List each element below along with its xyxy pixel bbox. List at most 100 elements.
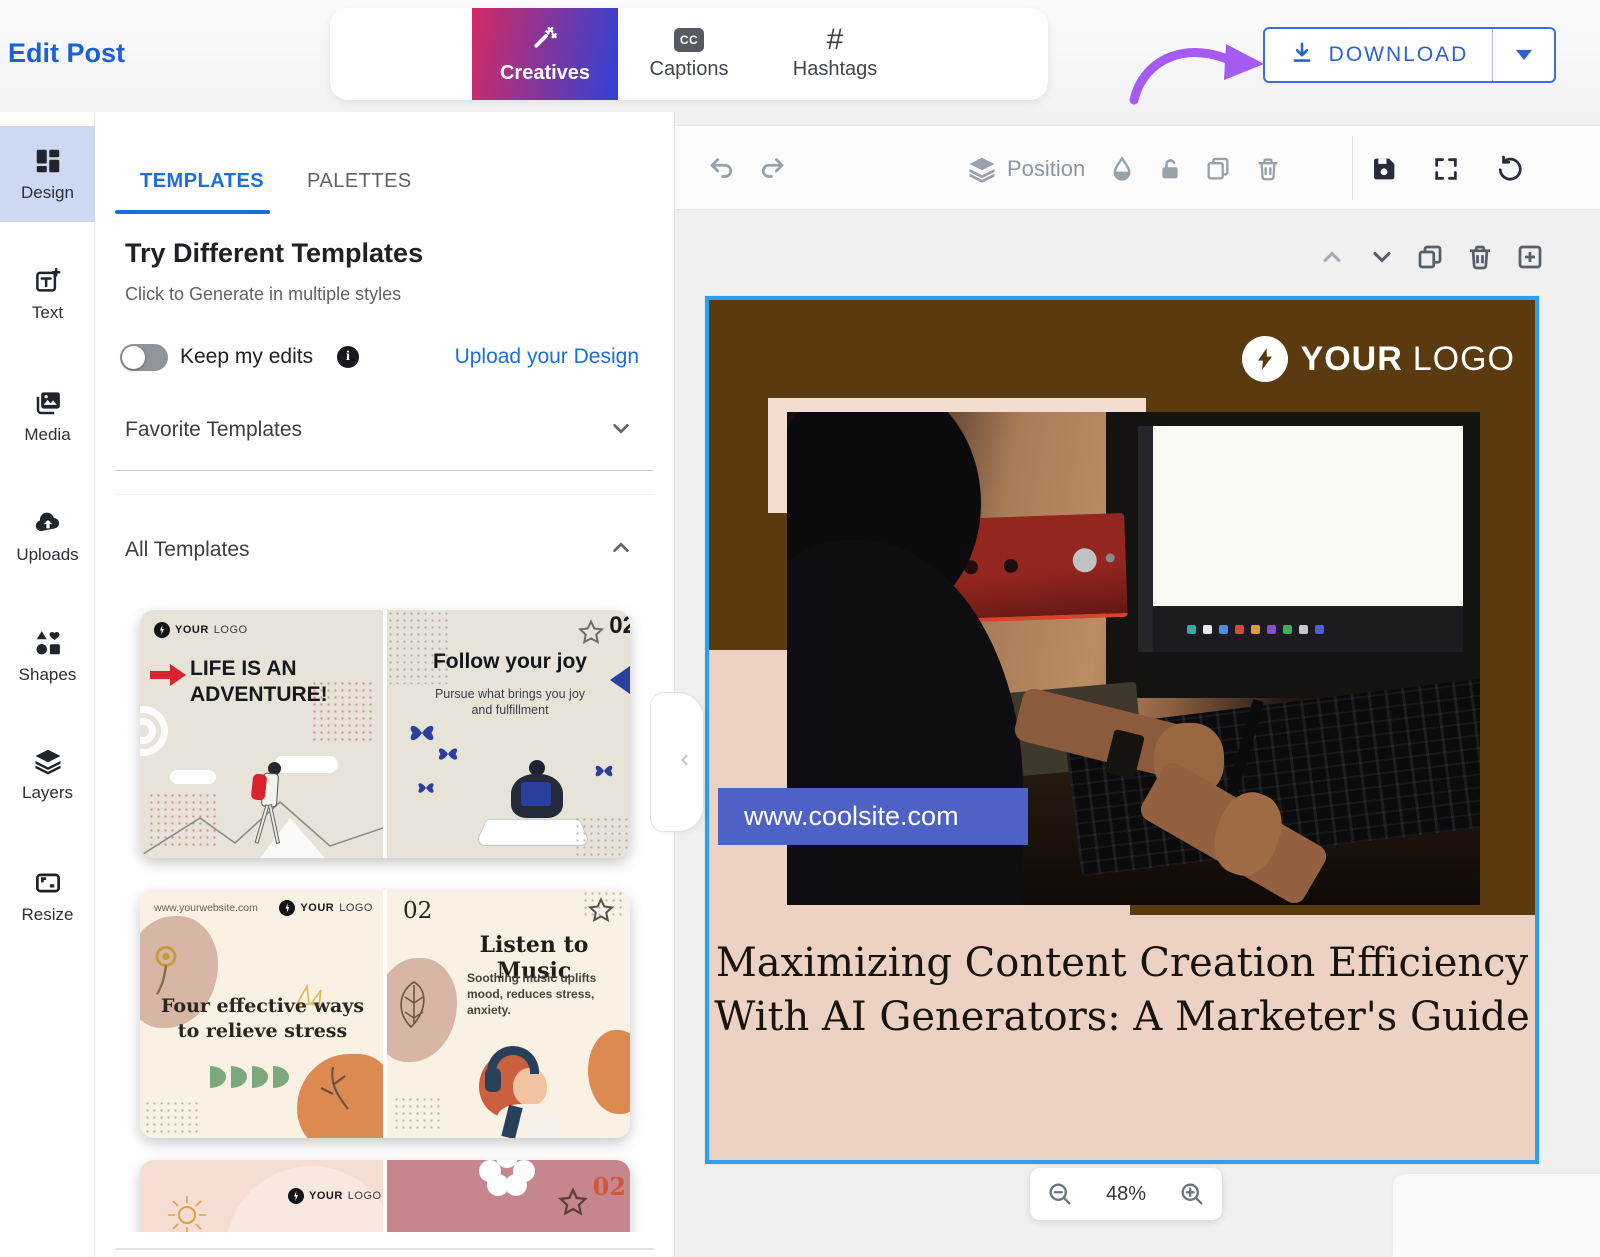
duplicate-button[interactable] [1199,150,1237,188]
uploads-cloud-icon [32,508,64,538]
add-page-button[interactable] [1513,240,1547,274]
blob-decoration [387,958,457,1062]
collapse-panel-handle[interactable] [650,692,704,832]
template-card-stress[interactable]: www.yourwebsite.com YOUR LOGO Four [140,890,630,1138]
keep-my-edits-toggle[interactable] [120,344,168,371]
all-templates-label: All Templates [125,538,250,562]
delete-page-button[interactable] [1463,240,1497,274]
edit-post-link[interactable]: Edit Post [8,38,125,69]
canvas-toolbar: Position [675,125,1600,210]
move-layer-up-button[interactable] [1315,240,1349,274]
tab-hashtags-label: Hashtags [793,58,878,81]
butterfly-icon [592,760,616,787]
zoom-control: 48% [1030,1168,1222,1220]
template-card-adventure[interactable]: YOUR LOGO LIFE IS AN ADVENTURE! [140,610,630,858]
template-right-page: 02 Follow your joy Pursue what brings yo… [387,610,630,858]
sidebar-item-layers[interactable]: Layers [0,726,95,822]
hashtag-icon: # [827,28,844,52]
panel-tab-templates[interactable]: TEMPLATES [140,170,264,193]
undo-button[interactable] [703,150,741,188]
design-canvas[interactable]: YOURLOGO www.coolsite.com Maximizing Con… [705,296,1539,1164]
sidebar-item-resize[interactable]: Resize [0,848,95,944]
sidebar-item-label: Shapes [19,665,77,685]
canvas-logo[interactable]: YOURLOGO [1242,336,1515,382]
sidebar-item-label: Resize [22,905,74,925]
download-options-button[interactable] [1492,29,1554,81]
favorite-templates-section[interactable]: Favorite Templates [125,412,634,448]
mini-logo-logo: LOGO [339,902,373,914]
duplicate-page-button[interactable] [1413,240,1447,274]
sidebar-item-text[interactable]: Text [0,246,95,342]
blob-decoration [297,1054,383,1138]
layers-icon [33,746,63,776]
website-bar[interactable]: www.coolsite.com [718,788,1028,845]
sidebar-item-shapes[interactable]: Shapes [0,608,95,704]
download-button[interactable]: DOWNLOAD [1265,29,1492,81]
left-icon-rail: Design Text Media [0,112,95,1257]
panel-bottom-mask [95,1232,674,1257]
zoom-out-button[interactable] [1046,1180,1074,1208]
sidebar-item-uploads[interactable]: Uploads [0,488,95,584]
upload-your-design-link[interactable]: Upload your Design [455,345,639,369]
info-icon[interactable]: i [337,346,359,368]
headline-line2: With AI Generators: A Marketer's Guide [709,990,1535,1044]
sidebar-item-label: Design [21,183,74,203]
panel-title: Try Different Templates [125,238,423,269]
white-flower-decoration [479,1160,535,1196]
download-label: DOWNLOAD [1329,43,1469,67]
position-layers-icon[interactable] [963,150,1001,188]
opacity-droplet-button[interactable] [1103,150,1141,188]
reset-button[interactable] [1491,150,1529,188]
keep-my-edits-label: Keep my edits [180,345,313,369]
template-heading: Four effective ways to relieve stress [160,994,365,1044]
sidebar-item-media[interactable]: Media [0,368,95,464]
dot-pattern [393,1096,443,1132]
tab-hashtags[interactable]: # Hashtags [775,8,895,100]
delete-button[interactable] [1249,150,1287,188]
dot-pattern [311,680,373,742]
mode-tab-bar: Creatives CC Captions # Hashtags [330,8,1048,100]
tab-captions-label: Captions [650,58,729,81]
bolt-icon [1242,336,1288,382]
panel-tab-palettes[interactable]: PALETTES [307,170,412,193]
position-button[interactable]: Position [1007,156,1085,182]
sidebar-item-design[interactable]: Design [0,126,95,222]
panel-bottom-line [115,1248,654,1250]
chevron-left-icon [675,750,695,775]
girl-headphones-illustration [479,1046,589,1138]
fullscreen-button[interactable] [1427,150,1465,188]
star-icon [576,618,606,653]
divider [115,494,654,495]
red-arrow-icon [148,662,188,688]
butterfly-icon [415,778,437,803]
move-layer-down-button[interactable] [1365,240,1399,274]
template-body: Pursue what brings you joy and fulfillme… [425,686,595,718]
dot-pattern [574,816,628,856]
media-icon [33,388,63,418]
star-icon [556,1186,590,1225]
save-button[interactable] [1365,150,1403,188]
page-number: 02 [403,898,432,924]
zoom-in-button[interactable] [1178,1180,1206,1208]
corner-widget [1393,1174,1600,1257]
butterfly-icon [435,742,461,771]
download-split-button: DOWNLOAD [1263,27,1556,83]
walking-person-illustration [244,762,294,850]
sun-icon [166,1194,208,1236]
tab-captions[interactable]: CC Captions [630,8,748,100]
canvas-headline[interactable]: Maximizing Content Creation Efficiency W… [709,936,1535,1044]
download-icon [1289,40,1315,71]
panel-subtitle: Click to Generate in multiple styles [125,284,401,305]
design-icon [33,146,63,176]
template-left-page: YOUR LOGO LIFE IS AN ADVENTURE! [140,610,383,858]
tab-creatives[interactable]: Creatives [472,8,618,100]
unlock-button[interactable] [1151,150,1189,188]
zoom-level: 48% [1106,1183,1146,1206]
all-templates-section[interactable]: All Templates [125,532,634,568]
logo-your-text: YOUR [1301,340,1403,378]
redo-button[interactable] [753,150,791,188]
app-window: Edit Post Creatives CC Captions # [0,0,1600,1257]
mini-logo-your: YOUR [309,1190,343,1202]
sidebar-item-label: Layers [22,783,73,803]
shapes-icon [33,628,63,658]
